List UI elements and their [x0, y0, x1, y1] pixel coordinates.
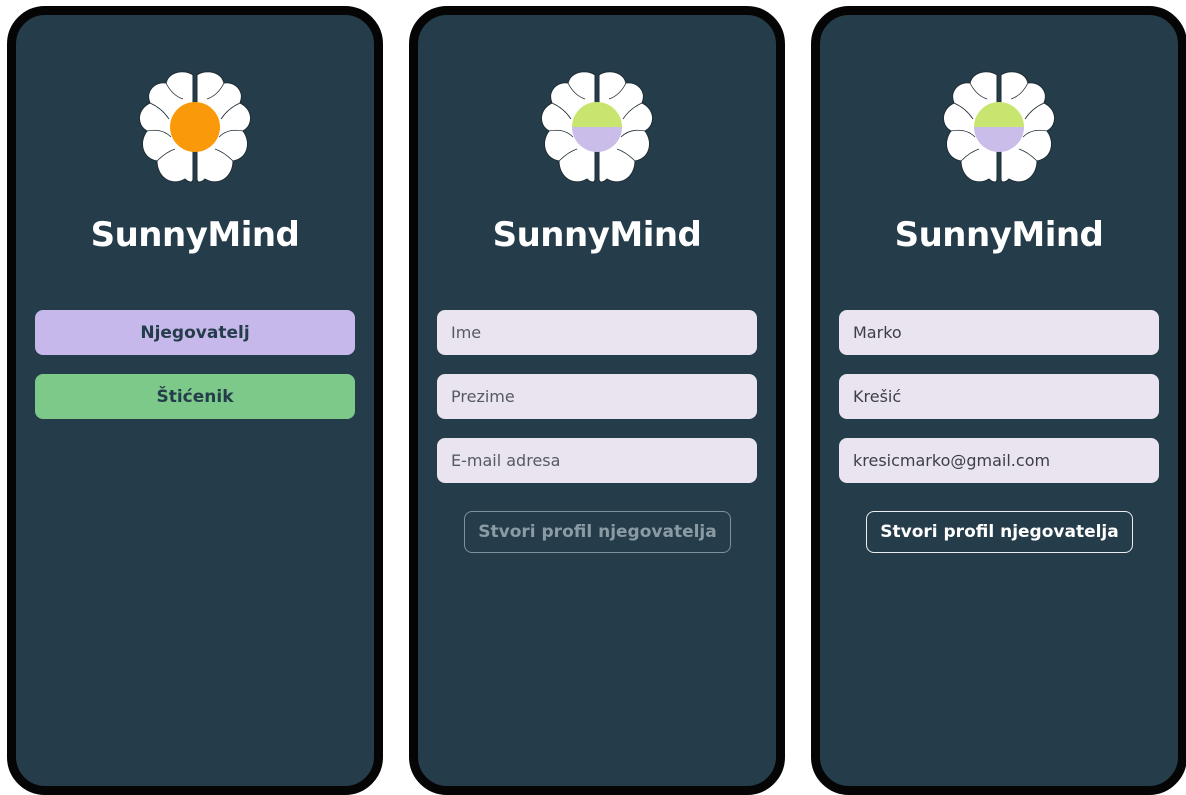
brain-flower-icon: [540, 71, 654, 183]
last-name-input[interactable]: Krešić: [839, 374, 1159, 419]
app-title: SunnyMind: [90, 215, 300, 255]
phone-screen-caregiver-form-empty: SunnyMind Ime Prezime E-mail adresa Stvo…: [409, 6, 785, 795]
caregiver-button[interactable]: Njegovatelj: [35, 310, 355, 355]
brain-flower-icon: [138, 71, 252, 183]
create-caregiver-profile-button[interactable]: Stvori profil njegovatelja: [866, 511, 1133, 553]
ward-button[interactable]: Štićenik: [35, 374, 355, 419]
phone-screen-caregiver-form-filled: SunnyMind Marko Krešić kresicmarko@gmail…: [811, 6, 1186, 795]
app-title: SunnyMind: [894, 215, 1104, 255]
phone-screen-role-select: SunnyMind Njegovatelj Štićenik: [7, 6, 383, 795]
first-name-input[interactable]: Marko: [839, 310, 1159, 355]
email-input[interactable]: kresicmarko@gmail.com: [839, 438, 1159, 483]
email-input[interactable]: E-mail adresa: [437, 438, 757, 483]
create-caregiver-profile-button[interactable]: Stvori profil njegovatelja: [464, 511, 731, 553]
brain-flower-icon: [942, 71, 1056, 183]
last-name-input[interactable]: Prezime: [437, 374, 757, 419]
first-name-input[interactable]: Ime: [437, 310, 757, 355]
app-title: SunnyMind: [492, 215, 702, 255]
